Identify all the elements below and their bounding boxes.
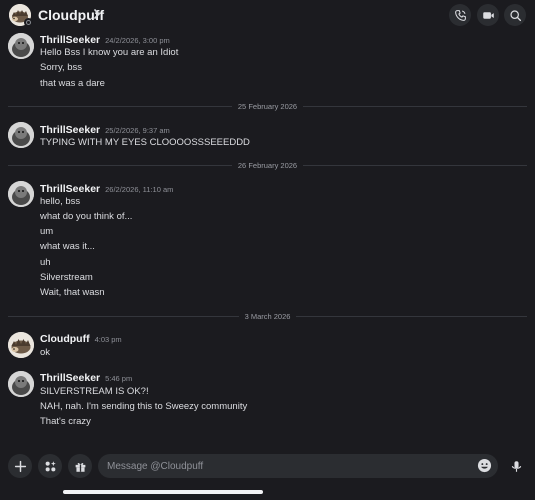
message-timestamp: 4:03 pm [94,335,122,344]
message-timestamp: 26/2/2026, 11:10 am [105,185,174,194]
message-text: Silverstream [40,272,93,283]
avatar[interactable] [8,371,34,397]
video-call-button[interactable] [477,4,499,26]
date-divider: 26 February 2026 [8,160,527,170]
message-text: what was it... [40,241,95,252]
message-timestamp: 5:46 pm [105,374,133,383]
gift-button[interactable] [68,454,92,478]
message-text: hello, bss [40,196,81,207]
status-indicator [24,18,33,27]
plus-icon [14,460,26,472]
message-text: um [40,226,54,237]
message-author[interactable]: ThrillSeeker 25/2/2026, 9:37 am [40,124,170,136]
message-text: that was a dare [40,78,105,89]
search-icon [509,9,521,21]
message-author[interactable]: Cloudpuff 4:03 pm [40,333,122,345]
message-author[interactable]: ThrillSeeker 24/2/2026, 3:00 pm [40,34,170,46]
date-divider-label: 3 March 2026 [244,311,291,321]
home-indicator[interactable] [63,490,263,494]
message-input[interactable] [98,454,498,478]
call-button[interactable] [449,4,471,26]
voice-message-button[interactable] [504,454,528,478]
search-button[interactable] [504,4,526,26]
message-author[interactable]: ThrillSeeker 5:46 pm [40,372,132,384]
message-text: Hello Bss I know you are an Idiot [40,47,179,58]
message-timestamp: 25/2/2026, 9:37 am [105,126,170,135]
message-text: Wait, that wasn [40,287,105,298]
chevron-right-icon[interactable] [92,6,102,22]
hedgehog-avatar-icon [8,332,34,358]
message-text: NAH, nah. I'm sending this to Sweezy com… [40,401,248,412]
microphone-icon [511,460,521,472]
apps-icon [45,460,56,471]
chat-header: Cloudpuff [0,0,535,30]
thrillseeker-avatar-icon [8,181,34,207]
message-text: uh [40,257,51,268]
message-text: what do you think of... [40,211,133,222]
avatar[interactable] [8,122,34,148]
avatar[interactable] [8,33,34,59]
date-divider: 3 March 2026 [8,311,527,321]
call-icon [454,9,466,21]
thrillseeker-avatar-icon [8,33,34,59]
emoji-icon[interactable] [477,458,492,473]
message-text: ok [40,347,51,358]
message-text: TYPING WITH MY EYES CLOOOOSSSEEEDDD [40,137,250,148]
date-divider: 25 February 2026 [8,101,527,111]
add-attachment-button[interactable] [8,454,32,478]
message-text: That's crazy [40,416,91,427]
message-text: Sorry, bss [40,62,83,73]
message-timestamp: 24/2/2026, 3:00 pm [105,36,170,45]
video-icon [482,11,494,19]
date-divider-label: 26 February 2026 [237,160,298,170]
gift-icon [75,462,85,472]
avatar[interactable] [8,181,34,207]
avatar[interactable] [8,332,34,358]
date-divider-label: 25 February 2026 [237,101,298,111]
thrillseeker-avatar-icon [8,371,34,397]
thrillseeker-avatar-icon [8,122,34,148]
message-text: SILVERSTREAM IS OK?! [40,386,149,397]
apps-button[interactable] [38,454,62,478]
message-author[interactable]: ThrillSeeker 26/2/2026, 11:10 am [40,183,173,195]
